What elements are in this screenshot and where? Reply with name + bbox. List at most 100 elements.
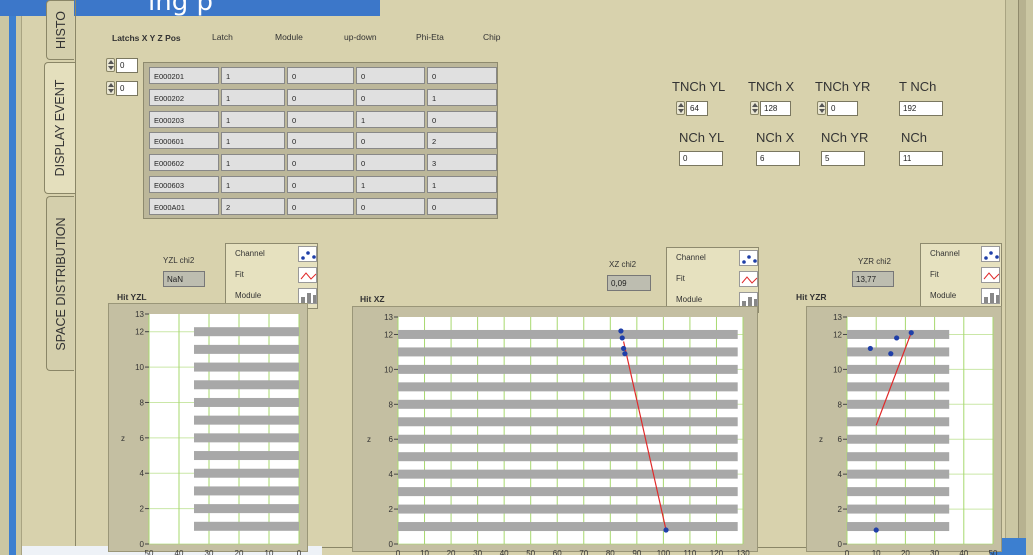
yzl-plot: 0 2 4 6 8 10 12 13 z 50 40 30 20 10 0 [121, 310, 302, 555]
latch-id-cell[interactable]: E000202 [149, 88, 219, 106]
latch-value-cell[interactable]: 3 [427, 154, 497, 172]
yzr-plot: 0 2 4 6 8 10 12 13 z 0 10 20 30 40 50 [819, 313, 998, 555]
module-strip [847, 452, 950, 462]
yzl-plot-frame: 0 2 4 6 8 10 12 13 z 50 40 30 20 10 0 [108, 303, 308, 555]
t-nch-field[interactable]: 192 [899, 101, 943, 116]
module-strip [398, 347, 738, 357]
latch-value-cell[interactable]: 0 [427, 197, 497, 215]
latch-value-cell[interactable]: 1 [427, 88, 497, 106]
module-strip [194, 433, 299, 443]
y-tick-label: 12 [833, 330, 842, 339]
y-tick-label: 0 [389, 540, 394, 549]
latch-value-cell[interactable]: 1 [221, 67, 285, 84]
tnch-x-field[interactable]: 128 [760, 101, 791, 116]
row-index-field[interactable]: 0 [116, 58, 138, 73]
module-bars-icon[interactable] [298, 288, 317, 304]
tab-display-event[interactable]: DISPLAY EVENT [44, 62, 75, 194]
module-strip [398, 469, 738, 479]
latch-value-cell[interactable]: 0 [356, 132, 425, 150]
nch-yl-field[interactable]: 0 [679, 151, 723, 166]
y-axis-label: z [367, 435, 371, 444]
y-tick-label: 4 [838, 470, 843, 479]
latch-value-cell[interactable]: 0 [356, 154, 425, 172]
column-header-chip: Chip [483, 32, 501, 42]
latch-section-title: Latchs X Y Z Pos [112, 33, 181, 43]
latch-value-cell[interactable]: 0 [356, 197, 425, 215]
tnch-yl-spinner[interactable] [676, 101, 685, 115]
x-tick-label: 20 [447, 549, 456, 555]
y-tick-label: 0 [838, 540, 843, 549]
tab-histo[interactable]: HISTO [46, 0, 74, 60]
latch-value-cell[interactable]: 1 [356, 110, 425, 128]
fit-line-icon[interactable] [739, 271, 758, 287]
latch-id-cell[interactable]: E000A01 [149, 197, 219, 215]
row-index-spinner[interactable] [106, 58, 115, 72]
yzl-chi2-value: NaN [163, 271, 205, 287]
tab-space-distribution[interactable]: SPACE DISTRIBUTION [46, 196, 74, 371]
fit-line-icon[interactable] [298, 267, 317, 283]
vertical-scrollbar[interactable] [1018, 0, 1026, 555]
column-index-field[interactable]: 0 [116, 81, 138, 96]
scatter-points-icon[interactable] [739, 250, 758, 266]
y-tick-label: 8 [389, 400, 394, 409]
tnch-yl-field[interactable]: 64 [686, 101, 708, 116]
legend-fit-label: Fit [235, 270, 244, 279]
latch-value-cell[interactable]: 1 [221, 176, 285, 193]
latch-value-cell[interactable]: 1 [221, 110, 285, 128]
latch-value-cell[interactable]: 0 [356, 67, 425, 84]
y-tick-label: 10 [833, 365, 842, 374]
latch-value-cell[interactable]: 1 [356, 176, 425, 193]
column-index-spinner[interactable] [106, 81, 115, 95]
legend-row-channel: Channel [921, 244, 1001, 264]
module-strip [194, 504, 299, 514]
latch-id-cell[interactable]: E000602 [149, 154, 219, 172]
yzr-legend: Channel Fit Module [920, 243, 1002, 309]
tnch-x-spinner[interactable] [750, 101, 759, 115]
module-strip [847, 522, 950, 532]
latch-value-cell[interactable]: 1 [221, 154, 285, 172]
latch-value-cell[interactable]: 0 [287, 88, 354, 106]
latch-value-cell[interactable]: 0 [287, 132, 354, 150]
latch-id-cell[interactable]: E000203 [149, 110, 219, 128]
latch-table: E000201 1 0 0 0 E000202 1 0 0 1 E000203 1 0 1 0 E000601… [143, 62, 498, 219]
channel-hit-point [618, 328, 624, 334]
latch-value-cell[interactable]: 0 [287, 197, 354, 215]
nch-field[interactable]: 11 [899, 151, 943, 166]
latch-value-cell[interactable]: 0 [287, 110, 354, 128]
legend-row-channel: Channel [226, 244, 317, 264]
latch-value-cell[interactable]: 1 [221, 88, 285, 106]
module-strip [194, 327, 299, 337]
scatter-points-icon[interactable] [298, 246, 317, 262]
module-strip [194, 362, 299, 372]
latch-value-cell[interactable]: 0 [427, 67, 497, 84]
y-tick-label: 6 [140, 434, 145, 443]
latch-id-cell[interactable]: E000201 [149, 67, 219, 84]
scatter-points-icon[interactable] [981, 246, 1000, 262]
tnch-yr-spinner[interactable] [817, 101, 826, 115]
latch-value-cell[interactable]: 0 [427, 110, 497, 128]
legend-channel-label: Channel [930, 249, 960, 258]
latch-value-cell[interactable]: 2 [221, 197, 285, 215]
module-strip [194, 451, 299, 461]
yzr-plot-frame: 0 2 4 6 8 10 12 13 z 0 10 20 30 40 50 [806, 306, 1002, 555]
latch-value-cell[interactable]: 0 [287, 176, 354, 193]
legend-module-label: Module [930, 291, 957, 300]
fit-line-icon[interactable] [981, 267, 1000, 283]
tnch-yr-field[interactable]: 0 [827, 101, 858, 116]
latch-value-cell[interactable]: 2 [427, 132, 497, 150]
module-bars-icon[interactable] [981, 288, 1000, 304]
module-strip [398, 399, 738, 409]
latch-value-cell[interactable]: 1 [427, 176, 497, 193]
channel-hit-point [888, 351, 894, 357]
latch-value-cell[interactable]: 0 [287, 154, 354, 172]
latch-value-cell[interactable]: 0 [356, 88, 425, 106]
latch-id-cell[interactable]: E000603 [149, 176, 219, 193]
module-strip [847, 399, 950, 409]
latch-value-cell[interactable]: 1 [221, 132, 285, 150]
nch-yr-field[interactable]: 5 [821, 151, 865, 166]
x-tick-label: 40 [959, 549, 968, 555]
latch-value-cell[interactable]: 0 [287, 67, 354, 84]
module-strip [398, 487, 738, 497]
nch-x-field[interactable]: 6 [756, 151, 800, 166]
latch-id-cell[interactable]: E000601 [149, 132, 219, 150]
